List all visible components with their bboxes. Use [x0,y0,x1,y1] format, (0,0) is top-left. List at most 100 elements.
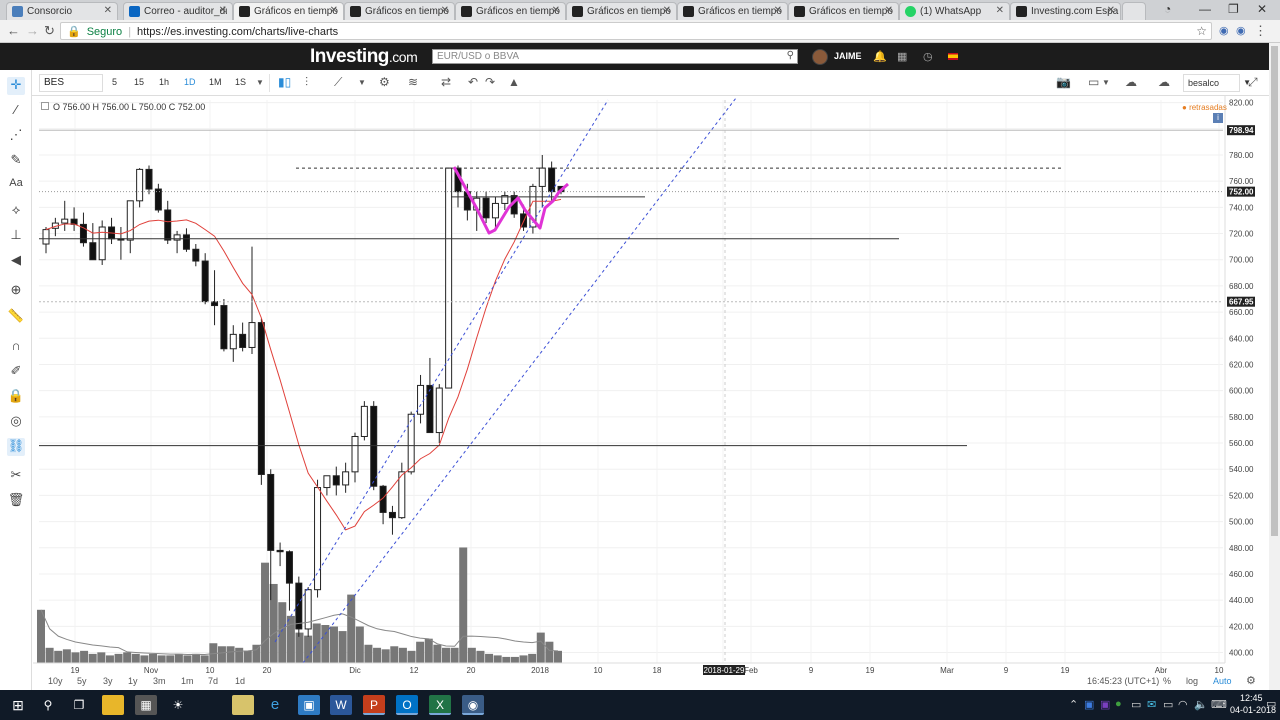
text-tool-icon[interactable]: Aa [7,177,25,195]
folder-icon[interactable] [232,695,254,715]
outlook-icon[interactable]: O [396,695,418,715]
magnet-icon[interactable]: ∩ [7,338,25,356]
browser-tab[interactable]: Gráficos en tiempo ✕ [788,2,899,20]
gear-icon[interactable]: ⚙ [379,75,390,89]
tray-app-icon[interactable]: ▣ [1084,698,1094,711]
word-icon[interactable]: W [330,695,352,715]
range-10y[interactable]: 10y [48,676,63,686]
gear-icon[interactable]: ⚙ [1246,674,1256,687]
new-tab-button[interactable] [1122,2,1146,20]
restore-icon[interactable]: ❐ [1228,2,1239,16]
chevron-down-icon[interactable]: ▼ [1102,78,1110,87]
close-tab-icon[interactable]: ✕ [104,5,112,16]
range-7d[interactable]: 7d [208,676,218,686]
range-1m[interactable]: 1m [181,676,194,686]
network-icon[interactable]: ◠ [1178,698,1188,711]
volume-icon[interactable]: 🔈 [1194,698,1208,711]
search-icon[interactable]: ⚲ [787,50,794,61]
crosshair-icon[interactable]: ✛ [7,77,25,95]
tray-app-icon[interactable]: ▭ [1131,698,1141,711]
minimize-icon[interactable]: — [1199,2,1211,16]
line-chart-icon[interactable]: ⟋ [334,75,342,90]
candles-icon[interactable]: ▮▯ [278,75,291,89]
url-field[interactable]: 🔒 Seguro | https://es.investing.com/charts/… [60,22,1212,40]
account-select[interactable]: besalco ▼ [1183,74,1251,92]
price-chart[interactable]: 820.00800.00780.00760.00740.00720.00700.… [33,96,1267,676]
bars-icon[interactable]: ⫶ [305,75,308,90]
log-toggle[interactable]: log [1186,676,1198,686]
notifications-icon[interactable]: ▭ [1266,697,1276,710]
remote-desktop-icon[interactable]: ▣ [298,695,320,715]
search-icon[interactable]: ⚲ [37,695,59,715]
bell-icon[interactable]: 🔔 [873,50,887,63]
portfolio-icon[interactable]: ▦ [897,50,907,63]
browser-tab[interactable]: Consorcio ✕ [6,2,118,20]
file-explorer-icon[interactable] [102,695,124,715]
investing-logo[interactable]: Investing.com [310,46,418,68]
site-search-input[interactable]: EUR/USD o BBVA ⚲ [432,49,798,64]
profile-icon[interactable]: ◔ [1164,2,1171,16]
close-tab-icon[interactable]: ✕ [885,5,893,16]
browser-tab[interactable]: Investing.com Espa ✕ [1010,2,1121,20]
range-1d[interactable]: 1d [235,676,245,686]
brightness-icon[interactable]: ☀ [167,695,189,715]
ruler-icon[interactable]: 📏 [7,308,25,326]
compare-icon[interactable]: ⇄ [441,75,451,89]
cloud-load-icon[interactable]: ☁ [1125,75,1137,89]
symbol-input[interactable]: BES [39,74,103,92]
cloud-save-icon[interactable]: ☁ [1158,75,1170,89]
timeframe-1h[interactable]: 1h [159,77,169,87]
legend-toggle-icon[interactable] [41,102,49,110]
chrome-icon[interactable]: ◉ [462,695,484,715]
back-icon[interactable]: ← [7,23,20,38]
close-tab-icon[interactable]: ✕ [441,5,449,16]
extension-icon[interactable]: ◉ [1219,24,1229,37]
tray-app-icon[interactable]: ✉ [1147,698,1156,711]
powerpoint-icon[interactable]: P [363,695,385,715]
close-window-icon[interactable]: ✕ [1257,2,1267,16]
clock-icon[interactable]: ◷ [923,50,933,63]
timeframe-1m[interactable]: 1M [209,77,222,87]
chevron-down-icon[interactable]: ▼ [358,78,366,87]
timeframe-15[interactable]: 15 [134,77,144,87]
edge-browser-icon[interactable]: e [264,695,286,715]
info-icon[interactable]: i [1213,113,1223,123]
alert-icon[interactable]: ▲ [508,75,520,89]
forward-icon[interactable]: → [26,23,39,38]
fullscreen-icon[interactable]: ⤢ [1248,75,1258,90]
browser-menu-icon[interactable]: ⋮ [1254,23,1267,39]
auto-scale-toggle[interactable]: Auto [1213,676,1232,686]
browser-tab[interactable]: Correo - auditor_dι ✕ [123,2,233,20]
brush-icon[interactable]: ✎ [7,152,25,170]
percent-toggle[interactable]: % [1163,676,1171,686]
close-tab-icon[interactable]: ✕ [1107,5,1115,16]
lock-icon[interactable]: 🔒 [7,388,25,406]
page-scrollbar[interactable] [1269,43,1280,690]
browser-tab[interactable]: (1) WhatsApp ✕ [899,2,1010,20]
windows-start-icon[interactable]: ⊞ [7,695,29,715]
close-tab-icon[interactable]: ✕ [996,5,1004,16]
trash-icon[interactable]: 🗑 [7,492,25,510]
timeframe-1d[interactable]: 1D [184,77,196,87]
close-tab-icon[interactable]: ✕ [774,5,782,16]
range-1y[interactable]: 1y [128,676,138,686]
close-tab-icon[interactable]: ✕ [663,5,671,16]
close-tab-icon[interactable]: ✕ [330,5,338,16]
camera-icon[interactable]: 📷 [1056,75,1071,89]
range-3m[interactable]: 3m [153,676,166,686]
arrow-back-icon[interactable]: ◀ [7,252,25,270]
tray-expand-icon[interactable]: ⌃ [1069,698,1078,711]
link-icon[interactable]: ⛓ [7,438,25,456]
chart-area[interactable]: 820.00800.00780.00760.00740.00720.00700.… [33,96,1280,690]
bookmark-star-icon[interactable]: ☆ [1196,24,1207,38]
close-tab-icon[interactable]: ✕ [219,5,227,16]
range-3y[interactable]: 3y [103,676,113,686]
task-view-icon[interactable]: ❐ [68,695,90,715]
pencil-icon[interactable]: ✐ [7,363,25,381]
indicators-icon[interactable]: ≋ [408,75,418,89]
browser-tab[interactable]: Gráficos en tiempo ✕ [566,2,677,20]
avatar[interactable] [812,49,828,65]
browser-tab-active[interactable]: Gráficos en tiempo ✕ [233,2,344,20]
layout-icon[interactable]: ▭ [1088,75,1099,89]
undo-icon[interactable]: ↶ [468,75,478,89]
